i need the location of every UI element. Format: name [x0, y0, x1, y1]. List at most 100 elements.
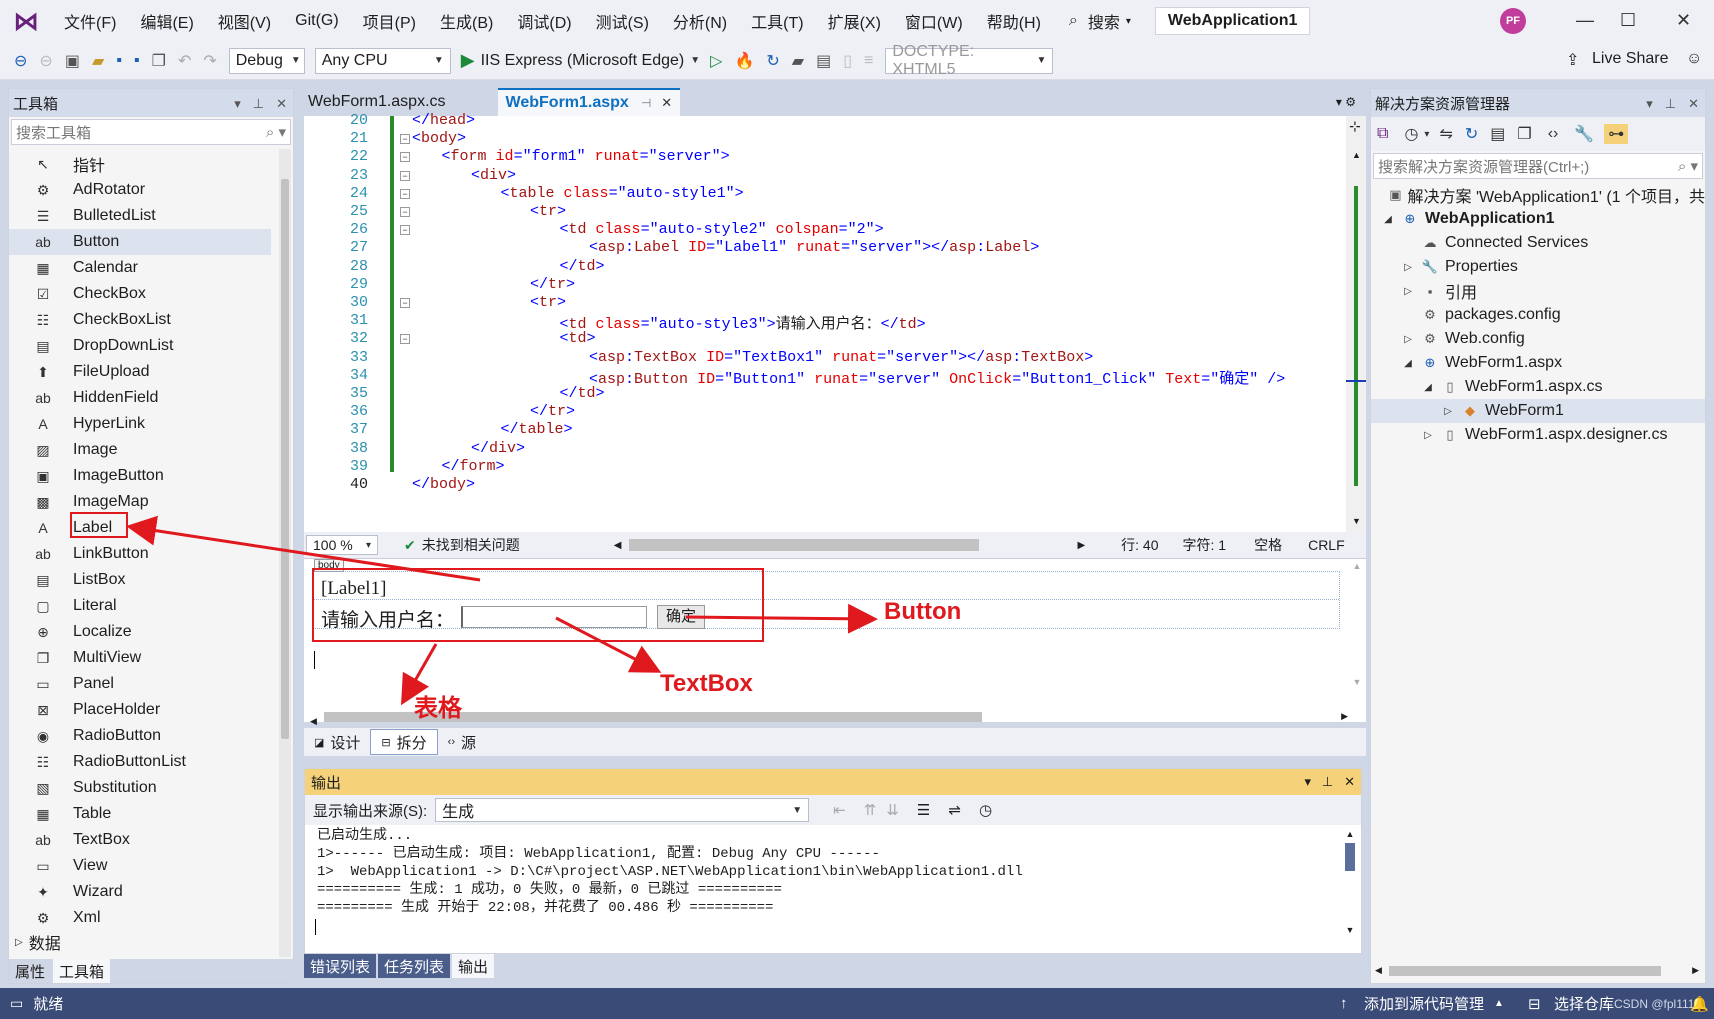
search-menu[interactable]: 搜索	[1088, 9, 1120, 33]
visual-studio-logo-icon[interactable]: ⋈	[12, 7, 40, 35]
close-icon[interactable]: ✕	[1344, 774, 1355, 789]
clock-icon[interactable]: ◷	[979, 801, 992, 819]
design-hscrollbar[interactable]: ◀ ▶	[310, 711, 1350, 726]
split-icon[interactable]: ⊹	[1349, 118, 1361, 135]
save-icon[interactable]: ▪	[116, 52, 122, 70]
maximize-icon[interactable]: ☐	[1620, 10, 1636, 31]
expand-icon[interactable]: ▷	[1401, 286, 1415, 297]
code-line[interactable]: </td>	[560, 258, 605, 275]
tab-overflow-icon[interactable]: ▾ ⚙	[1336, 95, 1356, 109]
solution-tree-item[interactable]: ▣ 解决方案 'WebApplication1' (1 个项目，共	[1371, 183, 1705, 207]
chevron-up-icon[interactable]: ▲	[1494, 998, 1504, 1009]
output-text[interactable]: 已启动生成... 1>------ 已启动生成: 项目: WebApplicati…	[305, 825, 1361, 917]
feedback-icon[interactable]: ☺	[1686, 50, 1702, 68]
dropdown-icon[interactable]: ▾	[1646, 96, 1653, 111]
design-scrollbar[interactable]: ▲ ▼	[1350, 559, 1364, 689]
add-to-source-control[interactable]: 添加到源代码管理	[1364, 993, 1484, 1014]
solution-tree-item[interactable]: ▷ ▪ 引用	[1371, 279, 1705, 303]
code-line[interactable]: </td>	[560, 385, 605, 402]
solution-search-input[interactable]: 搜索解决方案资源管理器(Ctrl+;) ⌕ ▾	[1373, 153, 1703, 179]
toolbox-item-指针[interactable]: ↖ 指针	[9, 151, 271, 177]
expand-icon[interactable]: ◢	[1381, 214, 1395, 225]
toolbox-item-radiobuttonlist[interactable]: ☷ RadioButtonList	[9, 749, 271, 775]
redo-icon[interactable]: ↷	[203, 51, 216, 71]
select-repository[interactable]: 选择仓库	[1554, 993, 1614, 1014]
code-line[interactable]: <asp:Button ID="Button1" runat="server" …	[589, 367, 1285, 388]
expand-icon[interactable]: ▷	[1401, 334, 1415, 345]
fold-icon[interactable]: −	[400, 152, 410, 163]
solution-tree-item[interactable]: ▷ ⚙ Web.config	[1371, 327, 1705, 351]
line-number-status[interactable]: 行: 40	[1121, 535, 1158, 555]
menu-item[interactable]: 帮助(H)	[987, 9, 1041, 33]
code-editor[interactable]: 20 21 22 23 24 25 26 27 28 29 30 31 32 33 34 35 36 37 38 39…	[304, 112, 1366, 532]
hot-reload-icon[interactable]: 🔥	[734, 51, 754, 71]
fold-icon[interactable]: −	[400, 188, 410, 199]
solution-tree-item[interactable]: ⚙ packages.config	[1371, 303, 1705, 327]
code-line[interactable]: <div>	[471, 167, 516, 184]
tab-toolbox[interactable]: 工具箱	[53, 959, 111, 983]
refresh-icon[interactable]: ↻	[766, 51, 779, 71]
preview-icon[interactable]: ⊶	[1604, 124, 1629, 144]
fold-icon[interactable]: −	[400, 170, 410, 181]
toolbox-item-label[interactable]: A Label	[9, 515, 271, 541]
whitespace-status[interactable]: 空格	[1254, 535, 1282, 555]
toolbox-item-hyperlink[interactable]: A HyperLink	[9, 411, 271, 437]
menu-item[interactable]: Git(G)	[295, 12, 339, 30]
doctype-dropdown[interactable]: DOCTYPE: XHTML5 ▼	[885, 43, 1054, 78]
toolbox-item-fileupload[interactable]: ⬆ FileUpload	[9, 359, 271, 385]
folder-icon[interactable]: ▰	[792, 51, 804, 71]
code-line[interactable]: <form id="form1" runat="server">	[442, 148, 730, 165]
new-project-icon[interactable]: ▣	[65, 51, 80, 71]
fold-icon[interactable]: −	[400, 207, 410, 217]
toolbox-item-placeholder[interactable]: ⊠ PlaceHolder	[9, 697, 271, 723]
solution-tree-item[interactable]: ▷ 🔧 Properties	[1371, 255, 1705, 279]
pin-icon[interactable]: ⊥	[1322, 774, 1333, 789]
code-line[interactable]: </body>	[412, 476, 475, 493]
char-status[interactable]: 字符: 1	[1183, 535, 1227, 555]
close-tab-icon[interactable]: ✕	[661, 95, 672, 111]
solution-tree-item[interactable]: ◢ ▯ WebForm1.aspx.cs	[1371, 375, 1705, 399]
forward-icon[interactable]: ⊖	[39, 51, 52, 71]
toolbox-item-textbox[interactable]: ab TextBox	[9, 827, 271, 853]
toolbox-item-localize[interactable]: ⊕ Localize	[9, 619, 271, 645]
code-line[interactable]: </tr>	[530, 403, 575, 420]
toolbox-item-linkbutton[interactable]: ab LinkButton	[9, 541, 271, 567]
expand-icon[interactable]: ◢	[1421, 382, 1435, 393]
minimize-icon[interactable]: —	[1576, 10, 1594, 31]
fold-icon[interactable]: −	[400, 134, 410, 145]
prev-message-icon[interactable]: ⇈	[864, 801, 877, 819]
view-code-icon[interactable]: ‹›	[1548, 125, 1559, 143]
history-icon[interactable]: ◷	[1404, 124, 1418, 144]
menu-item[interactable]: 调试(D)	[517, 9, 571, 33]
pin-icon[interactable]: ⊥	[1665, 96, 1676, 111]
show-all-files-icon[interactable]: ❐	[1517, 124, 1531, 144]
sync-icon[interactable]: ⇋	[1439, 124, 1452, 144]
expand-icon[interactable]: ▷	[15, 937, 23, 948]
solution-tree-item[interactable]: ▷ ▯ WebForm1.aspx.designer.cs	[1371, 423, 1705, 447]
layout-icon[interactable]: ▤	[816, 51, 831, 71]
expand-icon[interactable]: ▷	[1401, 262, 1415, 273]
code-line[interactable]: <td class="auto-style2" colspan="2">	[560, 221, 884, 238]
solution-tree-item[interactable]: ☁ Connected Services	[1371, 231, 1705, 255]
repository-icon[interactable]: ⊟	[1528, 995, 1541, 1013]
toolbox-item-calendar[interactable]: ▦ Calendar	[9, 255, 271, 281]
comment-icon[interactable]: ≡	[864, 52, 873, 70]
close-icon[interactable]: ✕	[276, 96, 287, 111]
menu-item[interactable]: 编辑(E)	[140, 9, 193, 33]
horizontal-scroll-thumb[interactable]	[629, 539, 980, 551]
menu-item[interactable]: 视图(V)	[218, 9, 271, 33]
toolbox-group-data[interactable]: ▷ 数据	[9, 931, 271, 953]
solution-tree-item[interactable]: ◢ ⊕ WebApplication1	[1371, 207, 1705, 231]
play-icon[interactable]: ▶	[461, 50, 475, 71]
issues-status[interactable]: 未找到相关问题	[422, 535, 520, 555]
dropdown-icon[interactable]: ▾	[1305, 774, 1312, 789]
pin-icon[interactable]: ⊣	[641, 96, 651, 110]
toolbox-item-substitution[interactable]: ▧ Substitution	[9, 775, 271, 801]
menu-item[interactable]: 生成(B)	[440, 9, 493, 33]
toolbox-item-button[interactable]: ab Button	[9, 229, 271, 255]
solution-tree-item[interactable]: ◢ ⊕ WebForm1.aspx	[1371, 351, 1705, 375]
menu-item[interactable]: 工具(T)	[751, 9, 803, 33]
source-control-up-icon[interactable]: ↑	[1340, 995, 1348, 1012]
menu-item[interactable]: 测试(S)	[596, 9, 649, 33]
menu-item[interactable]: 窗口(W)	[905, 9, 963, 33]
